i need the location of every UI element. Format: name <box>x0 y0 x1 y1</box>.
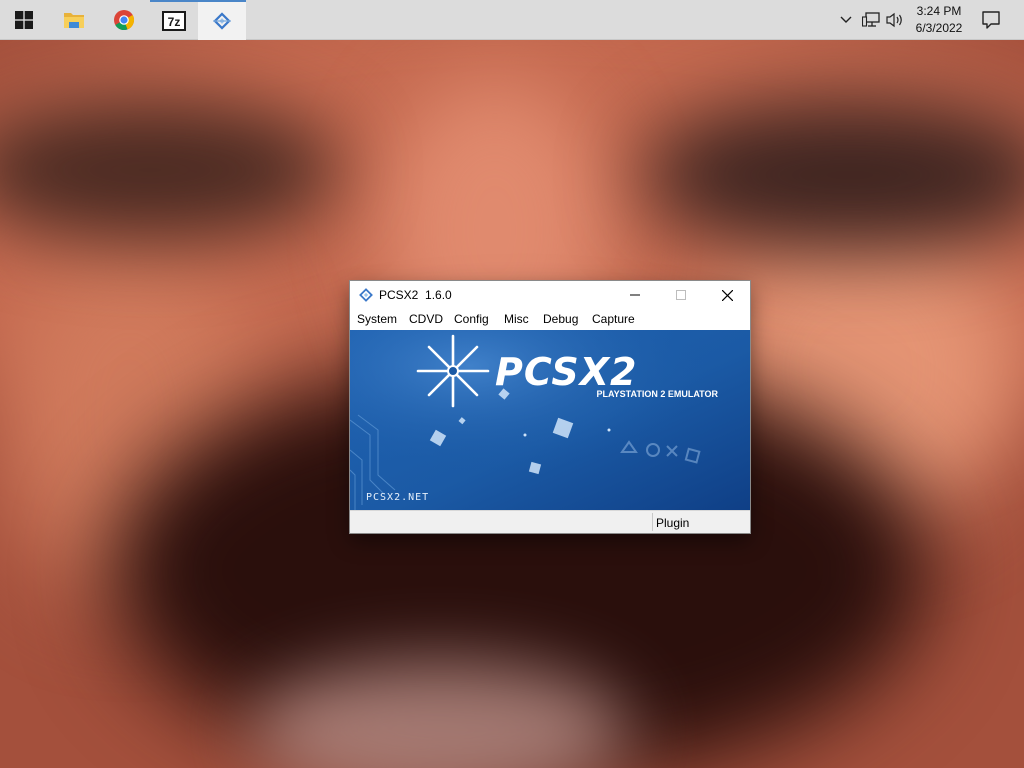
volume-icon <box>886 12 902 28</box>
clock-date: 6/3/2022 <box>915 21 963 35</box>
7zip-icon: 7z <box>162 11 186 31</box>
minimize-button[interactable] <box>612 281 658 309</box>
splash-image: PCSX2 PLAYSTATION 2 EMULATOR PCSX2.NET <box>350 330 750 510</box>
tray-network[interactable] <box>861 10 881 30</box>
pcsx2-icon <box>213 12 231 30</box>
status-separator <box>652 513 653 531</box>
svg-text:7z: 7z <box>168 15 181 29</box>
status-plugin: Plugin <box>656 516 690 530</box>
pcsx2-window: PCSX2 1.6.0 System CDVD Config Misc Debu… <box>350 281 750 533</box>
logo-text: PCSX2 <box>495 350 638 394</box>
start-button[interactable] <box>0 0 48 40</box>
chrome-icon <box>114 10 135 31</box>
clock-time: 3:24 PM <box>916 4 962 18</box>
taskbar-clock[interactable]: 3:24 PM 6/3/2022 <box>906 3 972 37</box>
windows-logo-icon <box>15 11 33 29</box>
close-button[interactable] <box>704 281 750 309</box>
menu-misc[interactable]: Misc <box>504 312 529 326</box>
menu-debug[interactable]: Debug <box>543 312 578 326</box>
chevron-up-icon <box>840 16 852 23</box>
maximize-button[interactable] <box>658 281 704 309</box>
status-bar: Plugin <box>350 510 750 533</box>
pcsx2-splash-banner: PCSX2 PLAYSTATION 2 EMULATOR PCSX2.NET <box>350 330 750 510</box>
maximize-icon <box>676 290 686 300</box>
menu-config[interactable]: Config <box>454 312 489 326</box>
pcsx2-app-icon[interactable] <box>358 287 374 303</box>
taskbar-file-explorer[interactable] <box>50 0 98 40</box>
notification-icon <box>982 11 1000 29</box>
logo-subtitle: PLAYSTATION 2 EMULATOR <box>596 389 718 399</box>
window-title: PCSX2 1.6.0 <box>379 288 452 302</box>
taskbar-chrome[interactable] <box>100 0 148 40</box>
close-icon <box>721 289 733 301</box>
menu-bar: System CDVD Config Misc Debug Capture <box>350 309 750 330</box>
tray-chevron[interactable] <box>838 10 854 30</box>
banner-url: PCSX2.NET <box>366 492 429 503</box>
title-bar[interactable]: PCSX2 1.6.0 <box>350 281 750 309</box>
menu-system[interactable]: System <box>357 312 397 326</box>
action-center-button[interactable] <box>978 8 1004 32</box>
taskbar: 7z 3:24 PM 6/3/2022 <box>0 0 1024 40</box>
taskbar-7zip[interactable]: 7z <box>150 0 198 40</box>
tray-volume[interactable] <box>885 10 905 30</box>
minimize-icon <box>630 294 640 296</box>
folder-icon <box>64 13 84 28</box>
menu-cdvd[interactable]: CDVD <box>409 312 443 326</box>
menu-capture[interactable]: Capture <box>592 312 635 326</box>
network-icon <box>862 12 880 27</box>
taskbar-pcsx2[interactable] <box>198 0 246 40</box>
